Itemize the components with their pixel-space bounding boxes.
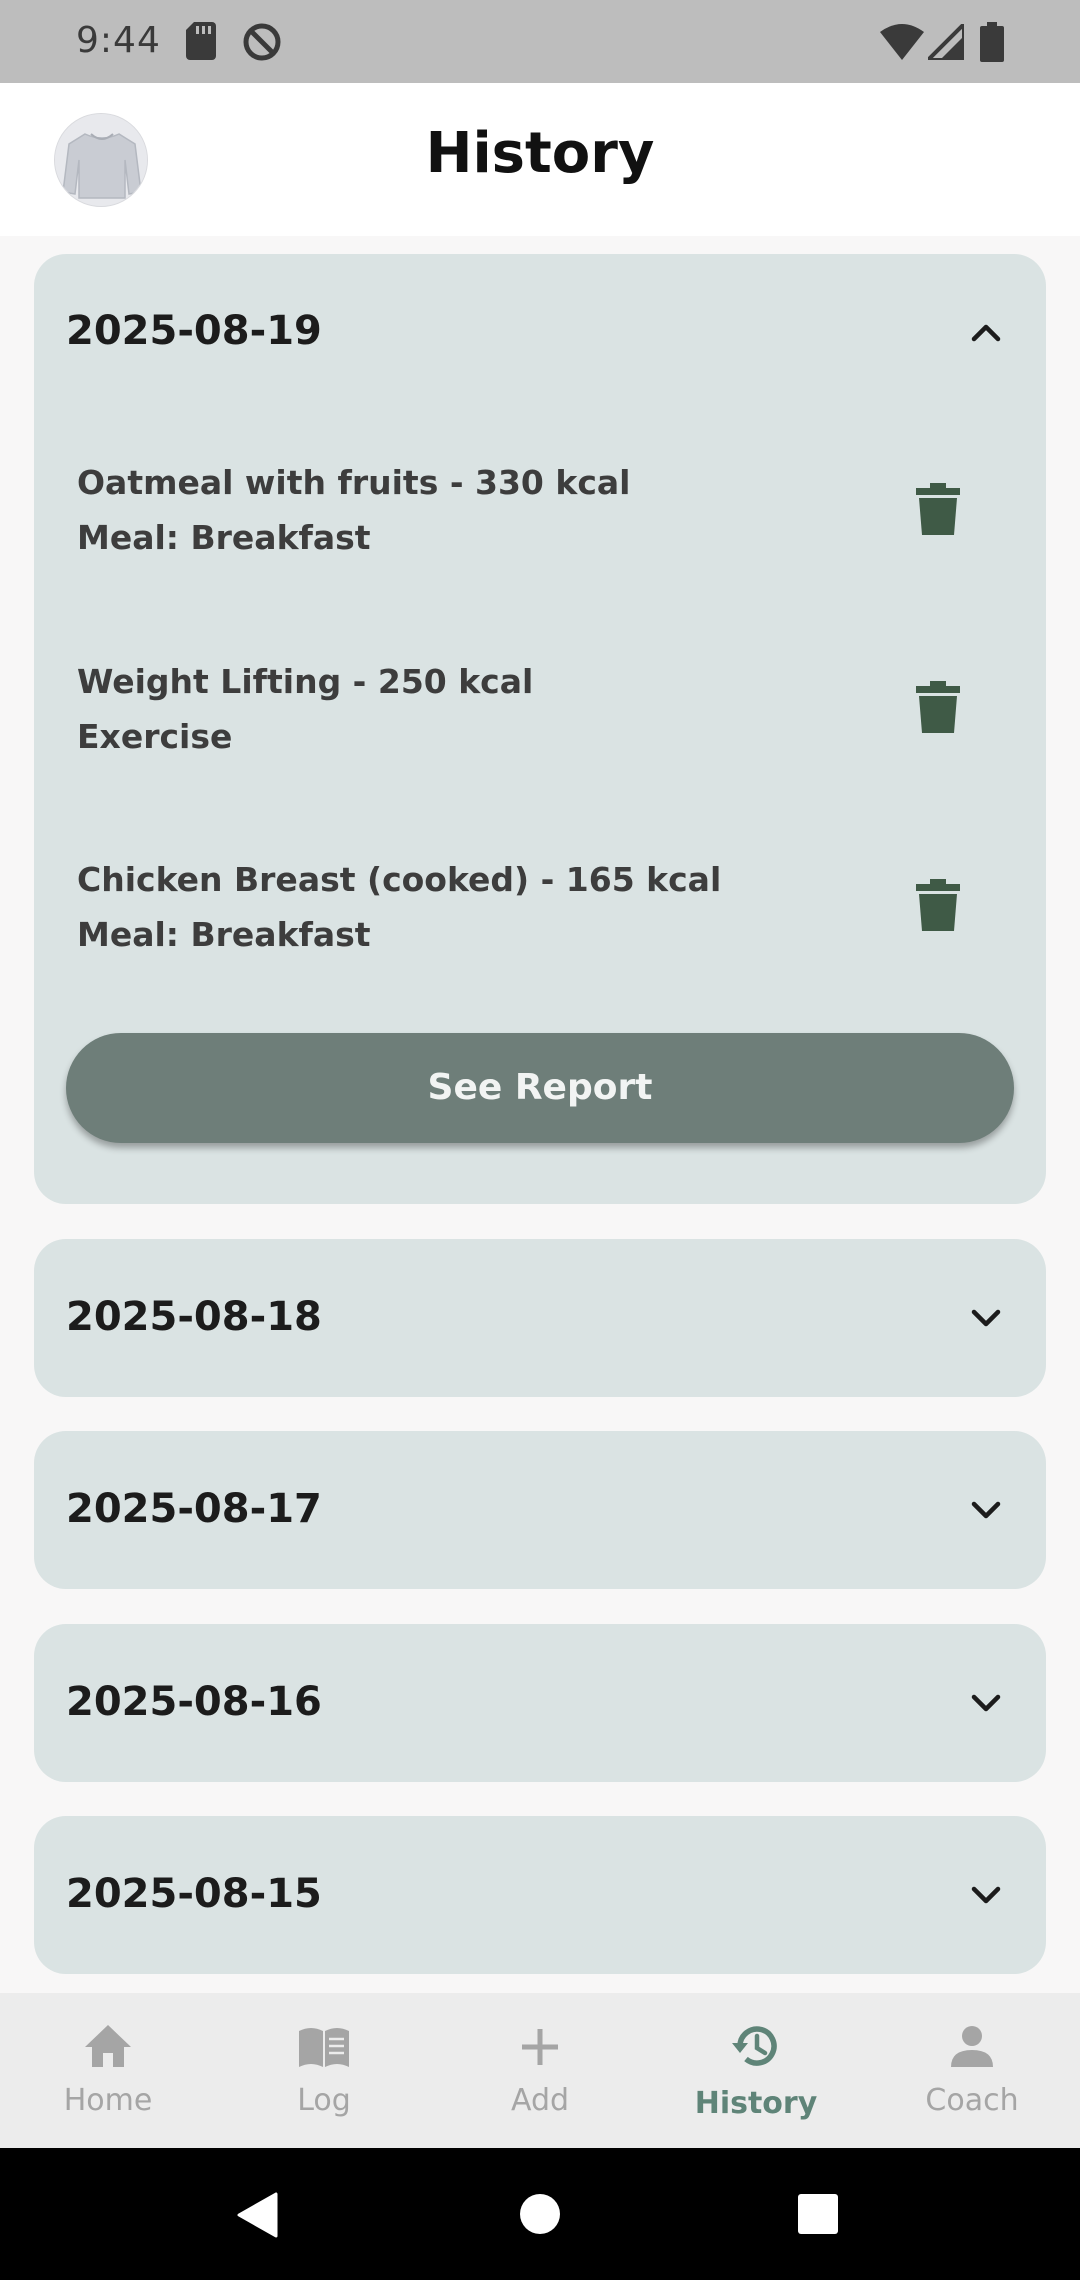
nav-item-home[interactable]: Home [0, 1993, 216, 2148]
history-icon [732, 2026, 777, 2066]
entry-title: Weight Lifting - 250 kcal [77, 662, 534, 701]
chevron-down-icon[interactable] [966, 1298, 1006, 1338]
sd-card-icon [186, 22, 216, 60]
nav-label: Coach [925, 2083, 1019, 2118]
bottom-nav: Home Log Add History Coach [0, 1993, 1080, 2148]
home-icon [85, 2025, 131, 2067]
see-report-button[interactable]: See Report [66, 1033, 1014, 1143]
nav-label: Log [297, 2083, 351, 2118]
chevron-down-icon[interactable] [966, 1683, 1006, 1723]
person-icon [951, 2026, 993, 2067]
signal-icon [928, 24, 964, 60]
battery-icon [980, 22, 1004, 62]
entry-subtitle: Meal: Breakfast [77, 915, 371, 954]
wifi-icon [880, 24, 924, 60]
chevron-up-icon[interactable] [966, 312, 1006, 352]
day-date: 2025-08-15 [66, 1871, 322, 1917]
nav-item-history[interactable]: History [648, 1993, 864, 2148]
entry-subtitle: Exercise [77, 717, 233, 756]
trash-icon[interactable] [916, 681, 960, 733]
book-icon [299, 2028, 349, 2067]
day-date: 2025-08-19 [66, 308, 322, 354]
status-bar: 9:44 [0, 0, 1080, 83]
day-card-expanded: 2025-08-19 Oatmeal with fruits - 330 kca… [34, 254, 1046, 1204]
day-card-collapsed[interactable]: 2025-08-16 [34, 1624, 1046, 1782]
entry-subtitle: Meal: Breakfast [77, 518, 371, 557]
back-icon[interactable] [236, 2192, 280, 2238]
plus-icon [522, 2029, 558, 2065]
recents-icon[interactable] [797, 2193, 839, 2235]
home-circle-icon[interactable] [519, 2193, 561, 2235]
app-bar: History [0, 83, 1080, 236]
trash-icon[interactable] [916, 879, 960, 931]
day-card-collapsed[interactable]: 2025-08-15 [34, 1816, 1046, 1974]
entry-title: Oatmeal with fruits - 330 kcal [77, 463, 631, 502]
day-date: 2025-08-16 [66, 1679, 322, 1725]
history-entry: Weight Lifting - 250 kcal Exercise [77, 654, 1017, 764]
do-not-disturb-icon [243, 23, 281, 61]
nav-label: Home [63, 2083, 153, 2118]
chevron-down-icon[interactable] [966, 1875, 1006, 1915]
day-header[interactable]: 2025-08-19 [34, 254, 1046, 409]
nav-item-add[interactable]: Add [432, 1993, 648, 2148]
page-title: History [425, 121, 655, 186]
history-entry: Oatmeal with fruits - 330 kcal Meal: Bre… [77, 455, 1017, 565]
entry-title: Chicken Breast (cooked) - 165 kcal [77, 860, 722, 899]
system-nav-bar [0, 2148, 1080, 2280]
history-entry: Chicken Breast (cooked) - 165 kcal Meal:… [77, 852, 1017, 962]
nav-label: History [694, 2086, 818, 2121]
status-time: 9:44 [76, 20, 161, 61]
trash-icon[interactable] [916, 483, 960, 535]
nav-item-log[interactable]: Log [216, 1993, 432, 2148]
nav-label: Add [510, 2083, 570, 2118]
day-date: 2025-08-17 [66, 1486, 322, 1532]
chevron-down-icon[interactable] [966, 1490, 1006, 1530]
day-card-collapsed[interactable]: 2025-08-17 [34, 1431, 1046, 1589]
day-card-collapsed[interactable]: 2025-08-18 [34, 1239, 1046, 1397]
nav-item-coach[interactable]: Coach [864, 1993, 1080, 2148]
day-date: 2025-08-18 [66, 1294, 322, 1340]
